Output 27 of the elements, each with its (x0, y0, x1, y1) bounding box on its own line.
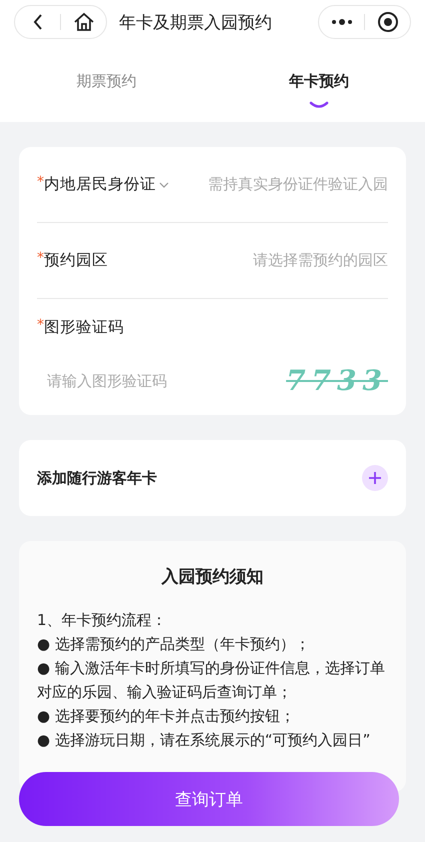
captcha-image[interactable]: 7733 (286, 364, 388, 397)
more-icon (330, 19, 352, 25)
companion-label: 添加随行游客年卡 (37, 468, 157, 488)
window-title: 年卡及期票入园预约 (119, 12, 273, 34)
query-order-button[interactable]: 查询订单 (19, 772, 399, 826)
chevron-down-icon (159, 182, 169, 188)
target-icon (376, 11, 398, 33)
required-asterisk: * (37, 250, 44, 266)
plus-icon (368, 471, 382, 485)
home-icon (72, 12, 94, 32)
add-button[interactable] (362, 465, 388, 491)
notice-text: ● 选择要预约的年卡并点击预约按钮； (37, 706, 296, 727)
tab[interactable]: 年卡预约 (212, 66, 425, 96)
notice-title: 入园预约须知 (160, 566, 264, 588)
notice-text: ● 选择游玩日期，请在系统展示的“可预约入园日” (37, 730, 372, 751)
park-picker[interactable]: 请选择需预约的园区 (253, 251, 388, 270)
field-label: 预约园区 (44, 250, 108, 271)
tab[interactable]: 期票预约 (0, 66, 212, 96)
field-placeholder[interactable]: 需持真实身份证件验证入园 (208, 175, 388, 194)
tab-indicator (308, 100, 329, 108)
notice-text: ● 输入激活年卡时所填写的身份证件信息，选择订单对应的乐园、输入验证码后查询订单； (37, 658, 386, 703)
back-icon (32, 13, 42, 31)
notice-text: 1、年卡预约流程： (37, 610, 168, 631)
required-asterisk: * (37, 317, 44, 333)
required-asterisk: * (37, 174, 44, 190)
field-label: 图形验证码 (44, 317, 124, 338)
notice-text: ● 选择需预约的产品类型（年卡预约）； (37, 634, 311, 655)
